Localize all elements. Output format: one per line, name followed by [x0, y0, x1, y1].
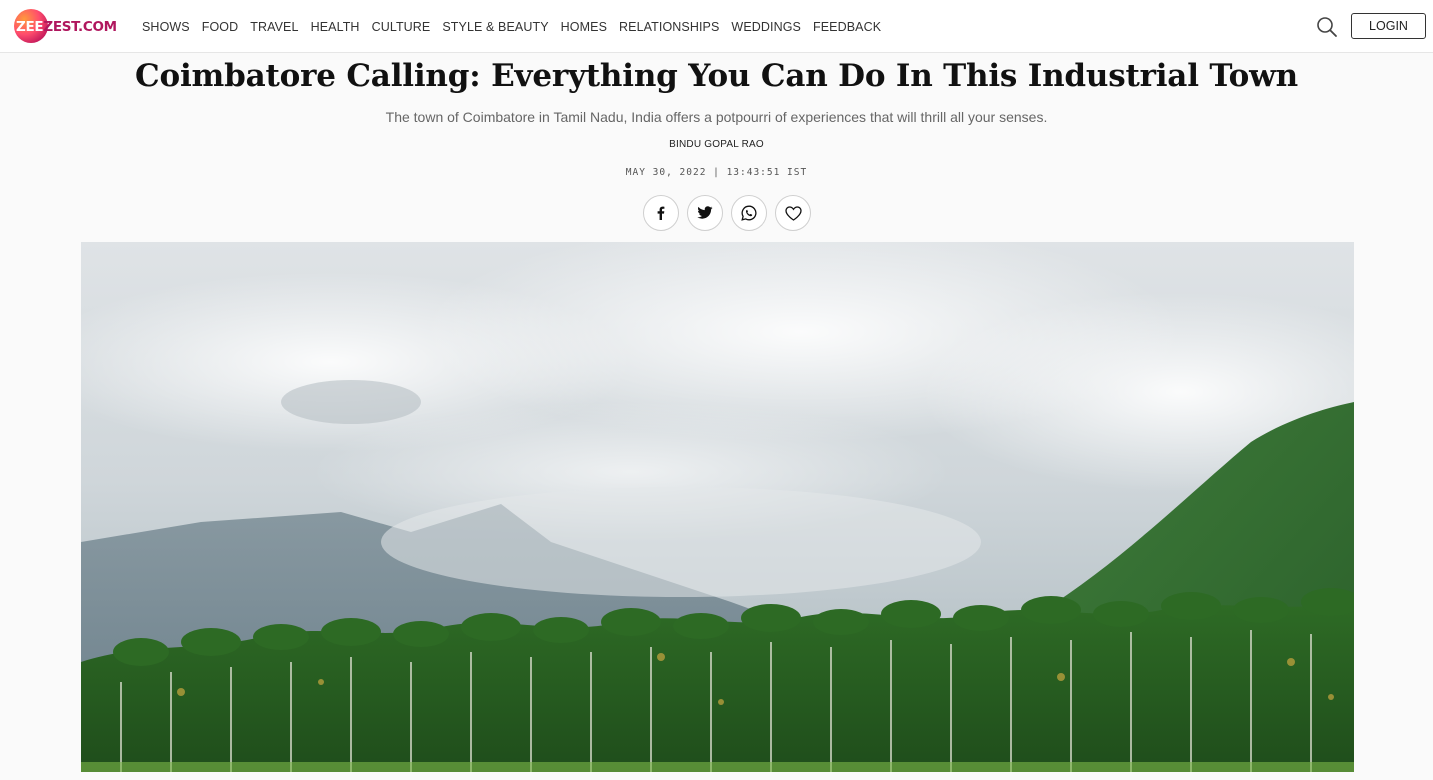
facebook-icon	[657, 206, 665, 220]
twitter-share-button[interactable]	[687, 195, 723, 231]
article-author[interactable]: BINDU GOPAL RAO	[0, 138, 1433, 152]
nav-item-homes[interactable]: HOMES	[561, 20, 607, 34]
whatsapp-share-button[interactable]	[731, 195, 767, 231]
nav-item-relationships[interactable]: RELATIONSHIPS	[619, 20, 719, 34]
logo-text-white: ZEE	[16, 19, 44, 35]
nav-item-shows[interactable]: SHOWS	[142, 20, 190, 34]
main-nav: SHOWS FOOD TRAVEL HEALTH CULTURE STYLE &…	[142, 0, 893, 53]
share-bar	[643, 195, 811, 231]
nav-item-food[interactable]: FOOD	[202, 20, 239, 34]
top-navigation-bar: ZEEZEST.COM SHOWS FOOD TRAVEL HEALTH CUL…	[0, 0, 1433, 53]
article-subtitle: The town of Coimbatore in Tamil Nadu, In…	[385, 109, 1048, 125]
twitter-icon	[697, 206, 713, 219]
facebook-share-button[interactable]	[643, 195, 679, 231]
whatsapp-icon	[741, 205, 757, 221]
site-logo[interactable]: ZEEZEST.COM	[14, 9, 124, 45]
nav-item-style-beauty[interactable]: STYLE & BEAUTY	[442, 20, 548, 34]
login-button[interactable]: LOGIN	[1351, 13, 1426, 39]
like-button[interactable]	[775, 195, 811, 231]
nav-item-health[interactable]: HEALTH	[311, 20, 360, 34]
article-title: Coimbatore Calling: Everything You Can D…	[135, 58, 1298, 94]
hero-image	[81, 242, 1354, 772]
nav-item-feedback[interactable]: FEEDBACK	[813, 20, 881, 34]
nav-item-culture[interactable]: CULTURE	[372, 20, 431, 34]
heart-icon	[784, 205, 802, 221]
nav-item-travel[interactable]: TRAVEL	[250, 20, 298, 34]
logo-text: ZEEZEST.COM	[16, 19, 117, 35]
logo-text-colored: ZEST.COM	[43, 19, 117, 35]
article-date: MAY 30, 2022 | 13:43:51 IST	[625, 167, 808, 178]
nav-item-weddings[interactable]: WEDDINGS	[731, 20, 801, 34]
search-icon[interactable]	[1316, 16, 1338, 38]
